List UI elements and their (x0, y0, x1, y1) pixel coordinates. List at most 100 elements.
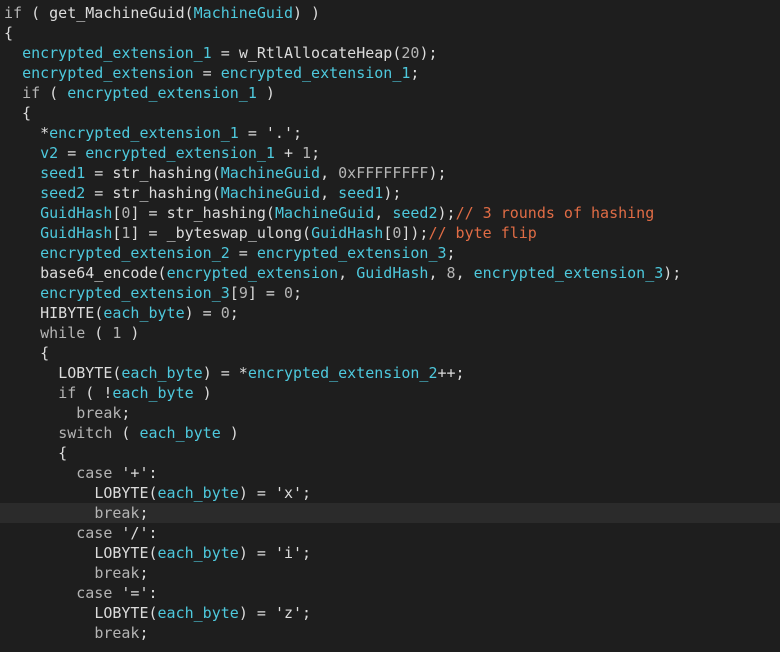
variable-token[interactable]: encrypted_extension_1 (22, 44, 212, 62)
punctuation-token: : (148, 464, 158, 482)
code-line[interactable]: LOBYTE(each_byte) = 'i'; (0, 543, 780, 563)
macro-token[interactable]: LOBYTE (94, 544, 148, 562)
punctuation-token: { (4, 344, 50, 362)
variable-token[interactable]: seed1 (40, 164, 85, 182)
keyword-token: if (58, 384, 77, 402)
code-line[interactable]: encrypted_extension_2 = encrypted_extens… (0, 243, 780, 263)
variable-token[interactable]: each_byte (158, 544, 239, 562)
variable-token[interactable]: encrypted_extension (22, 64, 194, 82)
number-token: 20 (401, 44, 420, 62)
variable-token[interactable]: each_byte (121, 364, 202, 382)
code-line[interactable]: encrypted_extension = encrypted_extensio… (0, 63, 780, 83)
punctuation-token: = (85, 164, 113, 182)
code-line[interactable]: case '+': (0, 463, 780, 483)
punctuation-token: ) ) (293, 4, 321, 22)
code-line[interactable]: break; (0, 403, 780, 423)
code-line[interactable]: { (0, 343, 780, 363)
variable-token[interactable]: MachineGuid (194, 4, 293, 22)
code-line[interactable]: { (0, 103, 780, 123)
code-line[interactable]: encrypted_extension_1 = w_RtlAllocateHea… (0, 43, 780, 63)
variable-token[interactable]: each_byte (103, 304, 184, 322)
code-line[interactable]: HIBYTE(each_byte) = 0; (0, 303, 780, 323)
variable-token[interactable]: encrypted_extension_2 (40, 244, 230, 262)
code-line[interactable]: if ( !each_byte ) (0, 383, 780, 403)
variable-token[interactable]: MachineGuid (221, 164, 320, 182)
punctuation-token: ) = * (202, 364, 248, 382)
punctuation-token: ); (437, 204, 456, 222)
punctuation-token (4, 424, 58, 442)
variable-token[interactable]: v2 (40, 144, 58, 162)
variable-token[interactable]: GuidHash (356, 264, 428, 282)
variable-token[interactable]: encrypted_extension_1 (49, 124, 239, 142)
punctuation-token (4, 44, 22, 62)
variable-token[interactable]: encrypted_extension_3 (474, 264, 664, 282)
variable-token[interactable]: encrypted_extension_1 (67, 84, 257, 102)
code-line[interactable]: encrypted_extension_3[9] = 0; (0, 283, 780, 303)
function-name-token[interactable]: w_RtlAllocateHeap (239, 44, 393, 62)
punctuation-token: ( (211, 184, 221, 202)
variable-token[interactable]: each_byte (158, 484, 239, 502)
code-line-current[interactable]: break; (0, 503, 780, 523)
punctuation-token: ; (302, 544, 312, 562)
code-line[interactable]: LOBYTE(each_byte) = 'x'; (0, 483, 780, 503)
keyword-token: case (76, 464, 113, 482)
variable-token[interactable]: GuidHash (40, 204, 112, 222)
code-line[interactable]: case '=': (0, 583, 780, 603)
code-line[interactable]: LOBYTE(each_byte) = 'z'; (0, 603, 780, 623)
function-name-token[interactable]: _byteswap_ulong (167, 224, 302, 242)
variable-token[interactable]: encrypted_extension_1 (221, 64, 411, 82)
punctuation-token: ; (139, 504, 149, 522)
punctuation-token (4, 464, 76, 482)
code-line[interactable]: v2 = encrypted_extension_1 + 1; (0, 143, 780, 163)
code-line[interactable]: base64_encode(encrypted_extension, GuidH… (0, 263, 780, 283)
variable-token[interactable]: MachineGuid (275, 204, 374, 222)
function-name-token[interactable]: str_hashing (112, 184, 211, 202)
code-line[interactable]: { (0, 23, 780, 43)
macro-token[interactable]: LOBYTE (94, 604, 148, 622)
code-line[interactable]: break; (0, 563, 780, 583)
variable-token[interactable]: encrypted_extension_1 (85, 144, 275, 162)
code-line[interactable]: seed2 = str_hashing(MachineGuid, seed1); (0, 183, 780, 203)
code-line[interactable]: switch ( each_byte ) (0, 423, 780, 443)
punctuation-token: + (274, 144, 303, 162)
pseudocode-view[interactable]: if ( get_MachineGuid(MachineGuid) ){ enc… (0, 0, 780, 652)
keyword-token: switch (58, 424, 113, 442)
function-name-token[interactable]: base64_encode (40, 264, 157, 282)
code-line[interactable]: GuidHash[1] = _byteswap_ulong(GuidHash[0… (0, 223, 780, 243)
punctuation-token: : (148, 584, 158, 602)
variable-token[interactable]: encrypted_extension_3 (40, 284, 230, 302)
variable-token[interactable]: MachineGuid (221, 184, 320, 202)
variable-token[interactable]: encrypted_extension_2 (248, 364, 438, 382)
code-line[interactable]: case '/': (0, 523, 780, 543)
string-literal-token: 'z' (274, 604, 303, 622)
punctuation-token: ) (256, 84, 275, 102)
code-line[interactable]: { (0, 443, 780, 463)
variable-token[interactable]: seed2 (392, 204, 437, 222)
variable-token[interactable]: each_byte (158, 604, 239, 622)
variable-token[interactable]: seed2 (40, 184, 85, 202)
variable-token[interactable]: seed1 (338, 184, 383, 202)
code-line[interactable]: while ( 1 ) (0, 323, 780, 343)
code-line[interactable]: GuidHash[0] = str_hashing(MachineGuid, s… (0, 203, 780, 223)
code-line[interactable]: if ( encrypted_extension_1 ) (0, 83, 780, 103)
code-line[interactable]: seed1 = str_hashing(MachineGuid, 0xFFFFF… (0, 163, 780, 183)
variable-token[interactable]: each_byte (112, 384, 193, 402)
punctuation-token: [ (229, 284, 239, 302)
variable-token[interactable]: encrypted_extension (167, 264, 339, 282)
variable-token[interactable]: GuidHash (311, 224, 383, 242)
variable-token[interactable]: each_byte (139, 424, 220, 442)
code-line[interactable]: *encrypted_extension_1 = '.'; (0, 123, 780, 143)
variable-token[interactable]: GuidHash (40, 224, 112, 242)
macro-token[interactable]: LOBYTE (94, 484, 148, 502)
code-line[interactable]: if ( get_MachineGuid(MachineGuid) ) (0, 3, 780, 23)
macro-token[interactable]: HIBYTE (40, 304, 94, 322)
macro-token[interactable]: LOBYTE (58, 364, 112, 382)
string-literal-token: 'i' (274, 544, 303, 562)
code-line[interactable]: break; (0, 623, 780, 643)
keyword-token: case (76, 524, 113, 542)
code-line[interactable]: LOBYTE(each_byte) = *encrypted_extension… (0, 363, 780, 383)
function-name-token[interactable]: str_hashing (167, 204, 266, 222)
function-name-token[interactable]: get_MachineGuid (49, 4, 184, 22)
function-name-token[interactable]: str_hashing (112, 164, 211, 182)
variable-token[interactable]: encrypted_extension_3 (257, 244, 447, 262)
